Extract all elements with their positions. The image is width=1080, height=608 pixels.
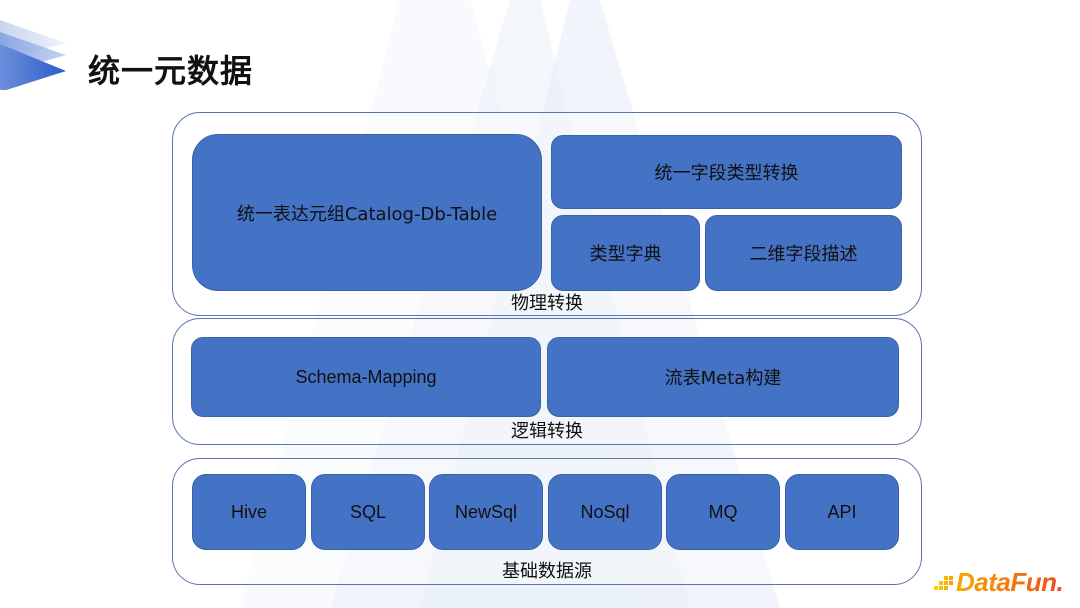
logical-conversion-label: 逻辑转换 <box>511 421 583 442</box>
source-newsql-box[interactable]: NewSql <box>429 474 543 550</box>
source-newsql-text: NewSql <box>454 501 518 522</box>
brand-name: DataFun. <box>956 567 1064 597</box>
source-sql-text: SQL <box>349 501 387 522</box>
stream-table-meta-text: 流表Meta构建 <box>664 368 782 389</box>
source-hive-text: Hive <box>230 501 267 522</box>
type-dictionary-text: 类型字典 <box>589 244 662 265</box>
logo-dots-icon <box>934 575 953 590</box>
source-api-box[interactable]: API <box>785 474 899 550</box>
schema-mapping-text: Schema-Mapping <box>295 366 437 387</box>
field-type-conversion-text: 统一字段类型转换 <box>654 163 799 184</box>
schema-mapping-box[interactable]: Schema-Mapping <box>191 337 541 417</box>
catalog-db-table-box[interactable]: 统一表达元组Catalog-Db-Table <box>192 134 542 291</box>
source-nosql-text: NoSql <box>580 501 630 522</box>
source-nosql-box[interactable]: NoSql <box>548 474 662 550</box>
two-dim-field-desc-box[interactable]: 二维字段描述 <box>705 215 902 291</box>
corner-arrow-icon <box>0 20 66 90</box>
source-hive-box[interactable]: Hive <box>192 474 306 550</box>
source-mq-box[interactable]: MQ <box>666 474 780 550</box>
source-mq-text: MQ <box>708 501 738 522</box>
catalog-db-table-text: 统一表达元组Catalog-Db-Table <box>236 203 498 225</box>
page-title: 统一元数据 <box>88 52 254 90</box>
field-type-conversion-box[interactable]: 统一字段类型转换 <box>551 135 902 209</box>
two-dim-field-desc-text: 二维字段描述 <box>749 244 858 265</box>
source-sql-box[interactable]: SQL <box>311 474 425 550</box>
datasource-label: 基础数据源 <box>502 561 592 582</box>
datafun-logo: DataFun. <box>932 567 1064 598</box>
stream-table-meta-box[interactable]: 流表Meta构建 <box>547 337 899 417</box>
physical-conversion-label: 物理转换 <box>511 293 583 314</box>
source-api-text: API <box>827 501 857 522</box>
type-dictionary-box[interactable]: 类型字典 <box>551 215 700 291</box>
